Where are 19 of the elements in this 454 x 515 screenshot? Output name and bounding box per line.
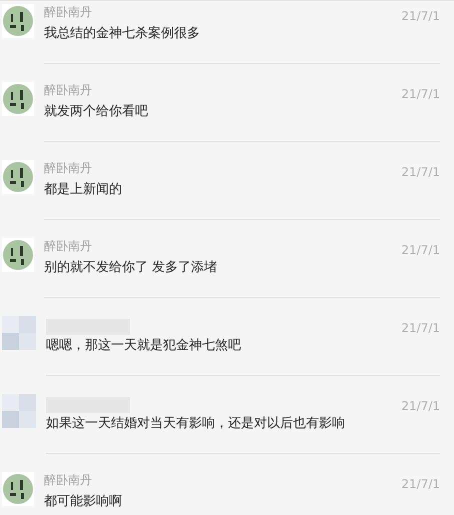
message-text: 都是上新闻的 xyxy=(44,181,123,199)
sender-name: 醉卧南丹 xyxy=(44,160,92,176)
sender-name: 醉卧南丹 xyxy=(44,4,92,20)
message-time: 21/7/1 xyxy=(401,242,440,258)
message-text: 就发两个给你看吧 xyxy=(44,103,149,121)
message-text: 都可能影响啊 xyxy=(44,493,123,511)
message-time: 21/7/1 xyxy=(401,8,440,24)
message-text: 别的就不发给你了 发多了添堵 xyxy=(44,259,218,277)
message-time: 21/7/1 xyxy=(401,476,440,492)
message-time: 21/7/1 xyxy=(401,398,440,414)
message-text: 嗯嗯，那这一天就是犯金神七煞吧 xyxy=(46,337,242,355)
sender-name: 醉卧南丹 xyxy=(44,238,92,254)
message-time: 21/7/1 xyxy=(401,86,440,102)
message-text: 我总结的金神七杀案例很多 xyxy=(44,25,201,43)
sender-name: 醉卧南丹 xyxy=(44,472,92,488)
message-time: 21/7/1 xyxy=(401,164,440,180)
message-time: 21/7/1 xyxy=(401,320,440,336)
sender-name: 醉卧南丹 xyxy=(44,82,92,98)
message-text: 如果这一天结婚对当天有影响，还是对以后也有影响 xyxy=(46,415,346,433)
